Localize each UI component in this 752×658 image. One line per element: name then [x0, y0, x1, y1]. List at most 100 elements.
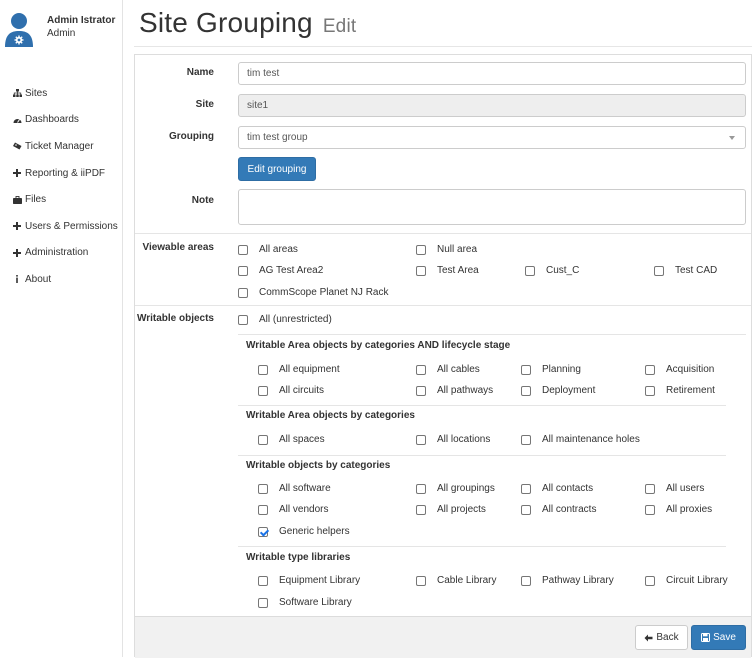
checkbox[interactable]: [258, 597, 268, 608]
sidebar-item-ticket-manager[interactable]: Ticket Manager: [0, 133, 123, 160]
section-title: Writable objects by categories: [246, 460, 391, 471]
checkbox-retirement[interactable]: Retirement: [645, 385, 715, 396]
sidebar-item-label: Files: [25, 194, 47, 206]
checkbox[interactable]: [645, 483, 655, 494]
checkbox-label: Deployment: [542, 385, 596, 396]
checkbox-checked[interactable]: [258, 526, 268, 537]
checkbox[interactable]: [645, 364, 655, 375]
checkbox-all-circuits[interactable]: All circuits: [258, 385, 324, 396]
checkbox-cust-c[interactable]: Cust_C: [525, 265, 579, 276]
checkbox-label: All software: [279, 483, 331, 494]
checkbox-all-pathways[interactable]: All pathways: [416, 385, 493, 396]
back-button[interactable]: Back: [635, 625, 688, 650]
section-title: Writable type libraries: [246, 552, 351, 563]
title-divider: [134, 46, 752, 47]
checkbox[interactable]: [645, 504, 655, 515]
checkbox[interactable]: [645, 575, 655, 586]
checkbox-deployment[interactable]: Deployment: [521, 385, 595, 396]
checkbox[interactable]: [521, 364, 531, 375]
checkbox-all-unrestricted[interactable]: All (unrestricted): [238, 314, 332, 325]
checkbox[interactable]: [238, 314, 248, 325]
checkbox[interactable]: [416, 265, 426, 276]
checkbox[interactable]: [258, 434, 268, 445]
sidebar-item-about[interactable]: About: [0, 266, 123, 293]
checkbox[interactable]: [416, 364, 426, 375]
checkbox-all-maintenance-holes[interactable]: All maintenance holes: [521, 434, 640, 445]
sidebar-item-users-permissions[interactable]: Users & Permissions: [0, 213, 123, 240]
checkbox-all-projects[interactable]: All projects: [416, 504, 486, 515]
checkbox-commscope-planet-nj-rack[interactable]: CommScope Planet NJ Rack: [238, 287, 389, 298]
checkbox[interactable]: [521, 385, 531, 396]
checkbox-all-groupings[interactable]: All groupings: [416, 483, 495, 494]
checkbox[interactable]: [645, 385, 655, 396]
checkbox-all-spaces[interactable]: All spaces: [258, 434, 325, 445]
checkbox[interactable]: [238, 244, 248, 255]
checkbox[interactable]: [521, 434, 531, 445]
checkbox[interactable]: [525, 265, 535, 276]
checkbox[interactable]: [654, 265, 664, 276]
checkbox-cable-library[interactable]: Cable Library: [416, 575, 496, 586]
checkbox[interactable]: [258, 504, 268, 515]
checkbox-test-cad[interactable]: Test CAD: [654, 265, 717, 276]
checkbox-label: Null area: [437, 244, 478, 255]
checkbox-acquisition[interactable]: Acquisition: [645, 364, 714, 375]
checkbox-null-area[interactable]: Null area: [416, 244, 477, 255]
checkbox-all-proxies[interactable]: All proxies: [645, 504, 712, 515]
checkbox-generic-helpers[interactable]: Generic helpers: [258, 526, 350, 537]
checkbox-all-equipment[interactable]: All equipment: [258, 364, 340, 375]
checkbox-ag-test-area2[interactable]: AG Test Area2: [238, 265, 323, 276]
checkbox[interactable]: [416, 244, 426, 255]
name-input[interactable]: tim test: [238, 62, 746, 85]
sidebar-item-reporting[interactable]: Reporting & iiPDF: [0, 160, 123, 187]
checkbox-label: All spaces: [279, 434, 325, 445]
site-label: Site: [195, 99, 214, 110]
divider: [135, 305, 751, 306]
sidebar-item-sites[interactable]: Sites: [0, 80, 123, 107]
checkbox-all-contacts[interactable]: All contacts: [521, 483, 593, 494]
sidebar: Admin Istrator Admin Sites Dashboards Ti…: [0, 0, 123, 657]
checkbox[interactable]: [258, 575, 268, 586]
checkbox[interactable]: [258, 385, 268, 396]
checkbox[interactable]: [521, 483, 531, 494]
checkbox-equipment-library[interactable]: Equipment Library: [258, 575, 360, 586]
checkbox-all-software[interactable]: All software: [258, 483, 331, 494]
checkbox-software-library[interactable]: Software Library: [258, 597, 352, 608]
grouping-select[interactable]: tim test group: [238, 126, 746, 149]
sidebar-item-files[interactable]: Files: [0, 186, 123, 213]
save-button[interactable]: Save: [691, 625, 746, 650]
sidebar-item-administration[interactable]: Administration: [0, 240, 123, 267]
checkbox-all-locations[interactable]: All locations: [416, 434, 490, 445]
checkbox[interactable]: [416, 483, 426, 494]
checkbox-all-areas[interactable]: All areas: [238, 244, 298, 255]
checkbox-circuit-library[interactable]: Circuit Library: [645, 575, 728, 586]
checkbox-label: Acquisition: [666, 364, 715, 375]
note-textarea[interactable]: [238, 189, 746, 225]
checkbox[interactable]: [238, 287, 248, 298]
checkbox[interactable]: [416, 504, 426, 515]
checkbox[interactable]: [416, 434, 426, 445]
sidebar-item-label: Reporting & iiPDF: [25, 167, 106, 179]
checkbox-all-vendors[interactable]: All vendors: [258, 504, 328, 515]
checkbox[interactable]: [521, 575, 531, 586]
checkbox-label: All maintenance holes: [542, 434, 640, 445]
sidebar-item-dashboards[interactable]: Dashboards: [0, 107, 123, 134]
checkbox-planning[interactable]: Planning: [521, 364, 581, 375]
arrow-left-icon: [644, 634, 653, 642]
checkbox[interactable]: [238, 265, 248, 276]
checkbox[interactable]: [258, 483, 268, 494]
checkbox-all-users[interactable]: All users: [645, 483, 704, 494]
checkbox-test-area[interactable]: Test Area: [416, 265, 479, 276]
checkbox-label: All proxies: [666, 504, 713, 515]
name-label: Name: [186, 67, 214, 78]
sidebar-item-label: Users & Permissions: [25, 220, 118, 232]
checkbox-all-contracts[interactable]: All contracts: [521, 504, 596, 515]
checkbox-label: Cust_C: [546, 265, 580, 276]
checkbox[interactable]: [416, 575, 426, 586]
checkbox-label: All pathways: [437, 385, 494, 396]
checkbox[interactable]: [416, 385, 426, 396]
edit-grouping-button[interactable]: Edit grouping: [238, 157, 316, 181]
checkbox-pathway-library[interactable]: Pathway Library: [521, 575, 614, 586]
checkbox[interactable]: [521, 504, 531, 515]
checkbox-all-cables[interactable]: All cables: [416, 364, 480, 375]
checkbox[interactable]: [258, 364, 268, 375]
